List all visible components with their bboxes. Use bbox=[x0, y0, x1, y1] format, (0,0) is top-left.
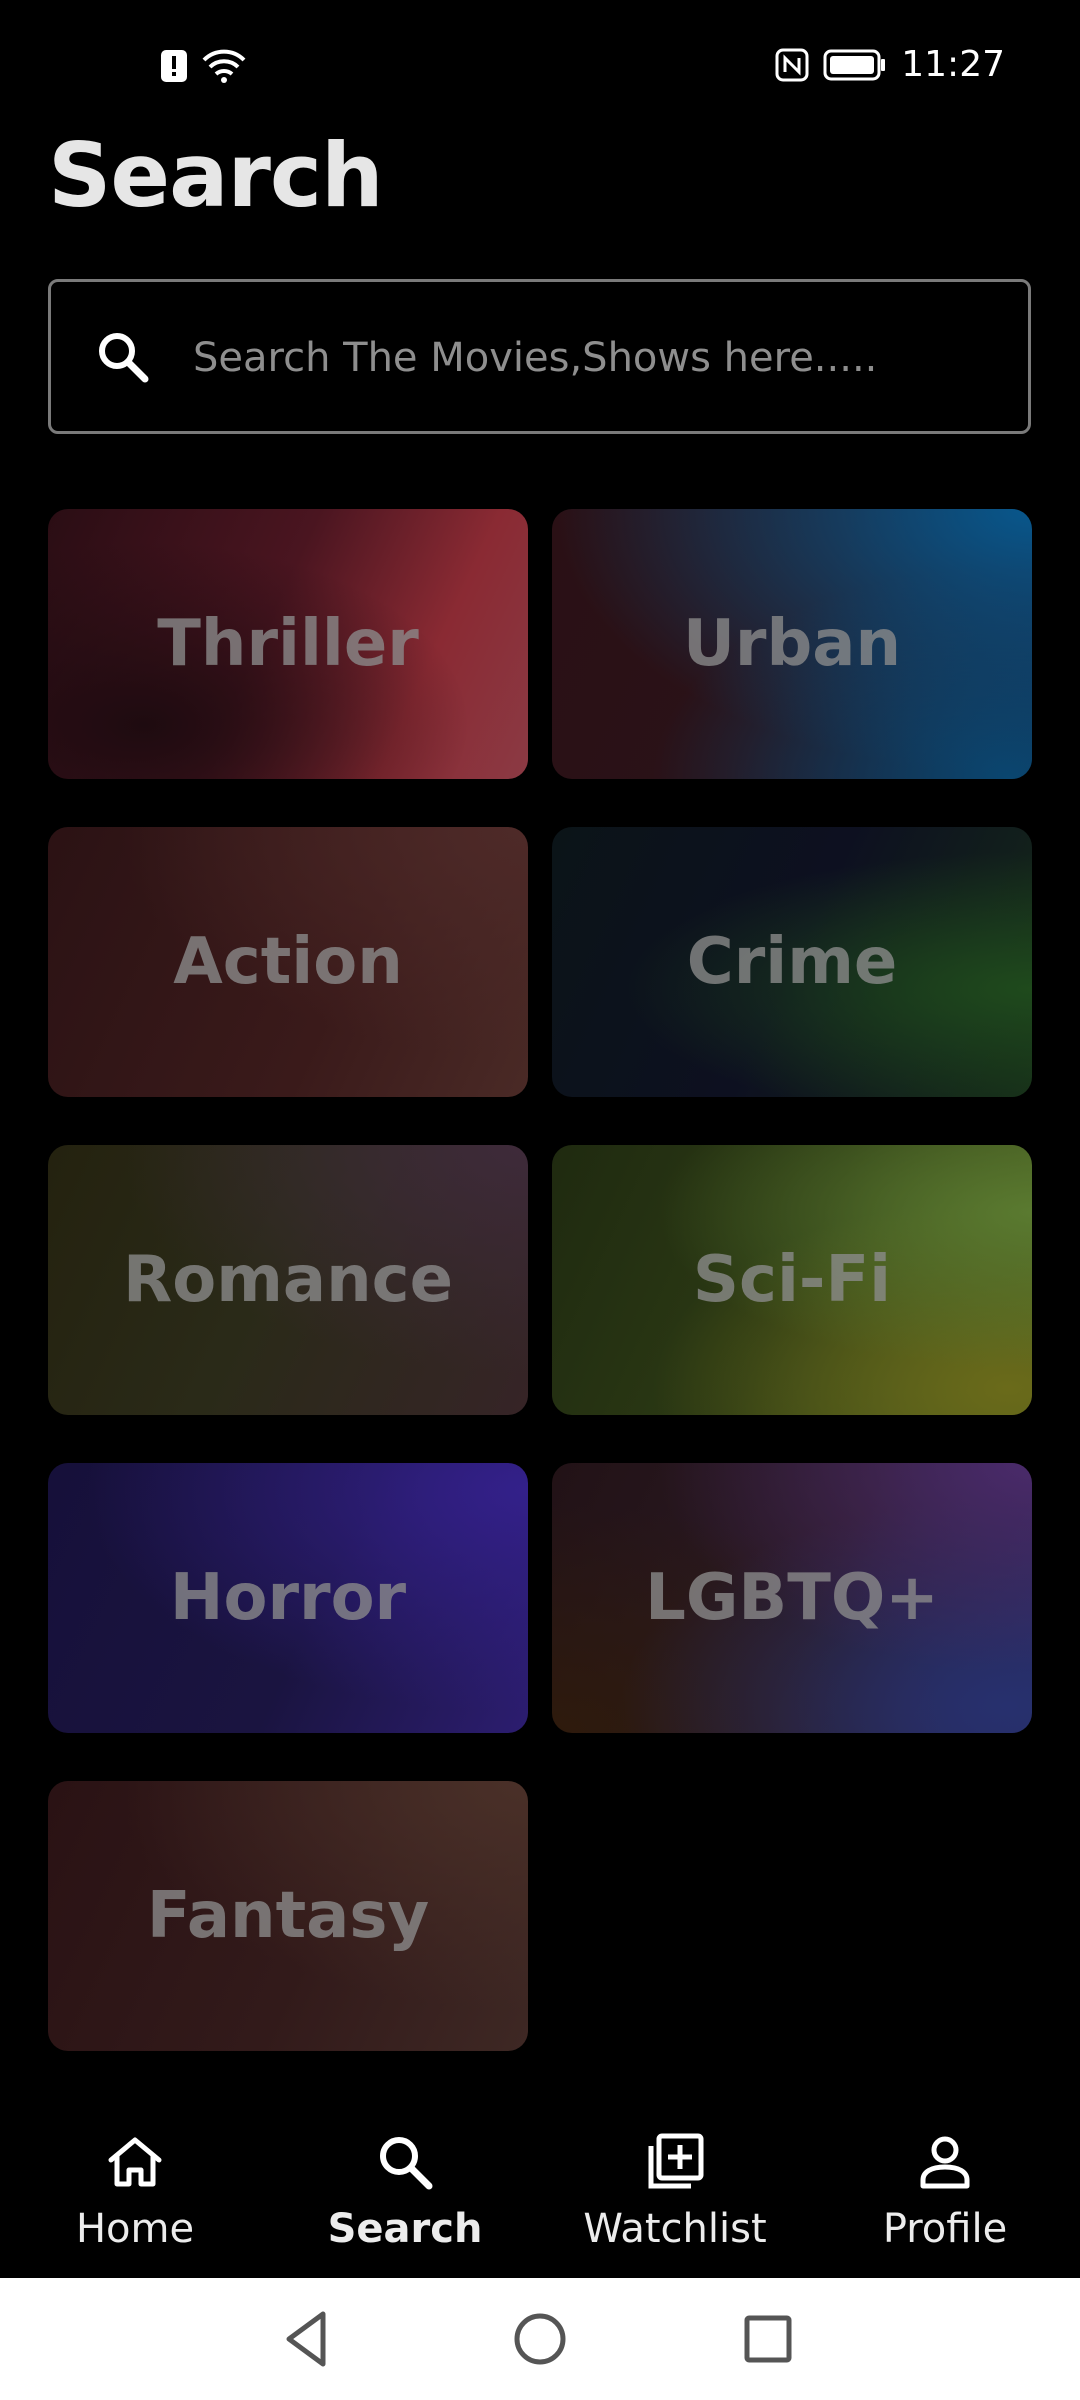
status-bar: 11:27 bbox=[0, 0, 1080, 130]
nav-label: Watchlist bbox=[583, 2206, 767, 2252]
profile-icon bbox=[920, 2136, 970, 2189]
home-circle-icon[interactable] bbox=[505, 2304, 575, 2374]
genre-card-lgbtq[interactable]: LGBTQ+ bbox=[552, 1463, 1032, 1733]
nav-item-watchlist[interactable]: Watchlist bbox=[540, 2100, 810, 2278]
genre-label: Urban bbox=[682, 607, 902, 681]
battery-icon bbox=[823, 49, 886, 80]
genre-label: Sci-Fi bbox=[692, 1243, 892, 1317]
nav-label: Search bbox=[327, 2206, 483, 2252]
wifi-icon bbox=[202, 49, 246, 83]
genre-card-fantasy[interactable]: Fantasy bbox=[48, 1781, 528, 2051]
nfc-icon bbox=[775, 48, 809, 81]
nav-label: Home bbox=[75, 2206, 195, 2252]
recents-icon[interactable] bbox=[733, 2304, 803, 2374]
genre-card-urban[interactable]: Urban bbox=[552, 509, 1032, 779]
genre-label: LGBTQ+ bbox=[645, 1561, 939, 1635]
status-time: 11:27 bbox=[901, 44, 1005, 85]
genre-label: Fantasy bbox=[146, 1879, 430, 1953]
genre-label: Thriller bbox=[157, 607, 419, 681]
genre-card-action[interactable]: Action bbox=[48, 827, 528, 1097]
bottom-nav: Home Search Watchlist Profile bbox=[0, 2100, 1080, 2278]
nav-item-home[interactable]: Home bbox=[0, 2100, 270, 2278]
genre-label: Crime bbox=[686, 925, 898, 999]
genre-label: Romance bbox=[122, 1243, 454, 1317]
genre-card-scifi[interactable]: Sci-Fi bbox=[552, 1145, 1032, 1415]
status-left-icons bbox=[160, 48, 246, 84]
home-icon bbox=[108, 2137, 162, 2187]
status-right-icons: 11:27 bbox=[775, 44, 1005, 85]
nav-item-profile[interactable]: Profile bbox=[810, 2100, 1080, 2278]
genre-card-crime[interactable]: Crime bbox=[552, 827, 1032, 1097]
genre-label: Horror bbox=[169, 1561, 407, 1635]
genre-label: Action bbox=[173, 925, 403, 999]
genre-card-thriller[interactable]: Thriller bbox=[48, 509, 528, 779]
search-input[interactable] bbox=[191, 282, 995, 433]
search-box[interactable] bbox=[48, 279, 1031, 434]
genre-card-horror[interactable]: Horror bbox=[48, 1463, 528, 1733]
nav-item-search[interactable]: Search bbox=[270, 2100, 540, 2278]
page-title: Search bbox=[48, 124, 384, 227]
back-icon[interactable] bbox=[273, 2304, 343, 2374]
genre-card-romance[interactable]: Romance bbox=[48, 1145, 528, 1415]
system-nav-bar bbox=[0, 2278, 1080, 2400]
search-icon bbox=[380, 2137, 433, 2190]
add-to-list-icon bbox=[648, 2133, 704, 2189]
nav-label: Profile bbox=[882, 2206, 1008, 2252]
alert-icon bbox=[161, 50, 187, 82]
search-icon bbox=[99, 332, 149, 382]
